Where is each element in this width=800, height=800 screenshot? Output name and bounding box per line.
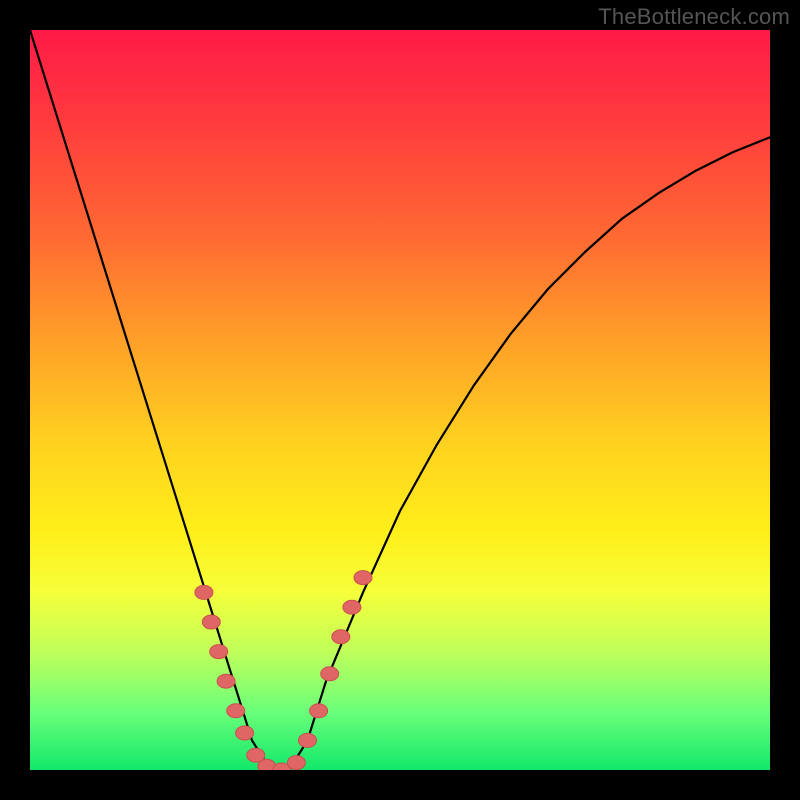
curve-marker [332, 630, 350, 644]
plot-area [30, 30, 770, 770]
curve-marker [343, 600, 361, 614]
curve-marker [321, 667, 339, 681]
curve-marker [287, 756, 305, 770]
chart-frame: TheBottleneck.com [0, 0, 800, 800]
curve-marker [202, 615, 220, 629]
curve-svg [30, 30, 770, 770]
watermark-text: TheBottleneck.com [598, 4, 790, 30]
curve-marker [195, 585, 213, 599]
curve-marker [227, 704, 245, 718]
curve-marker [210, 645, 228, 659]
curve-marker [354, 571, 372, 585]
curve-marker [299, 733, 317, 747]
curve-markers [195, 571, 372, 770]
curve-marker [217, 674, 235, 688]
curve-marker [310, 704, 328, 718]
curve-marker [236, 726, 254, 740]
bottleneck-curve [30, 30, 770, 770]
